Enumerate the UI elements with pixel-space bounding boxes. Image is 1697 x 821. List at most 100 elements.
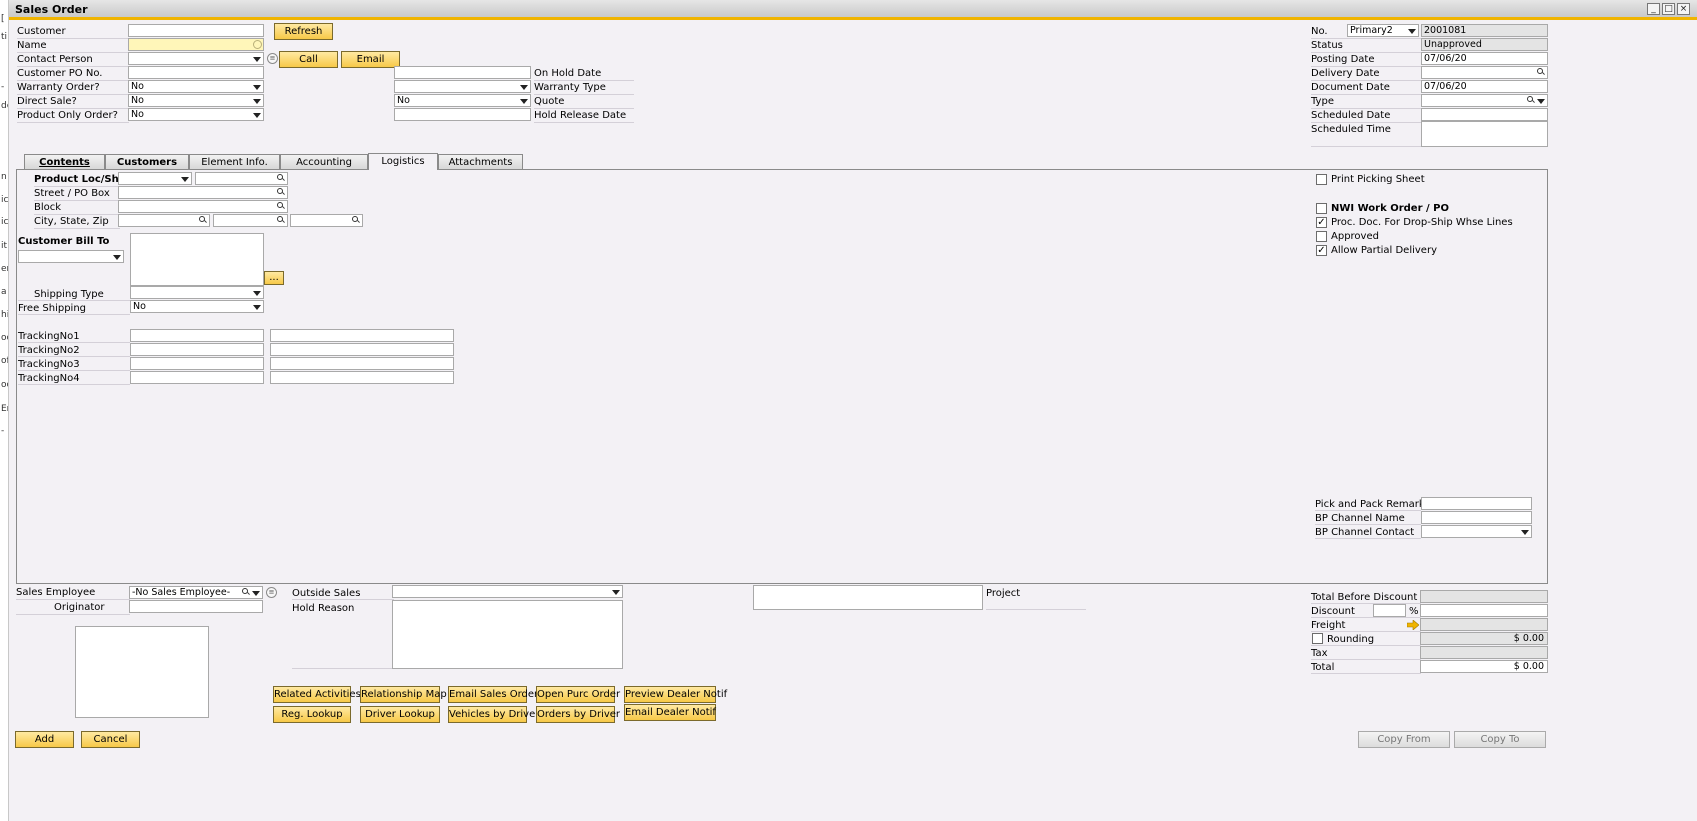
tab-logistics[interactable]: Logistics — [368, 153, 438, 170]
info-icon[interactable]: ≡ — [266, 587, 277, 598]
tab-element-info[interactable]: Element Info. — [189, 154, 280, 170]
shipping-type-dropdown[interactable] — [130, 286, 264, 299]
tracking-no2-url-field[interactable] — [270, 343, 454, 356]
outside-sales-dropdown[interactable] — [392, 585, 623, 598]
approved-checkbox[interactable] — [1316, 231, 1327, 242]
street-field[interactable] — [118, 186, 288, 199]
tracking-no3-url-field[interactable] — [270, 357, 454, 370]
search-icon[interactable] — [242, 588, 250, 596]
add-button[interactable]: Add — [15, 731, 74, 748]
block-field[interactable] — [118, 200, 288, 213]
zip-field[interactable] — [290, 214, 363, 227]
bill-to-dropdown[interactable] — [18, 250, 124, 263]
originator-field[interactable] — [129, 600, 263, 613]
warranty-order-dropdown[interactable]: No — [128, 80, 264, 93]
tracking-no1-field[interactable] — [130, 329, 264, 342]
series-dropdown[interactable]: Primary2 — [1347, 24, 1419, 37]
row-divider — [18, 300, 130, 301]
document-date-label: Document Date — [1311, 82, 1390, 93]
search-icon[interactable] — [277, 216, 285, 224]
contact-person-dropdown[interactable] — [128, 52, 264, 65]
search-icon[interactable] — [1537, 68, 1545, 76]
email-button[interactable]: Email — [341, 51, 400, 68]
customer-field[interactable] — [128, 24, 264, 37]
email-sales-order-button[interactable]: Email Sales Order — [448, 686, 538, 703]
tracking-no1-url-field[interactable] — [270, 329, 454, 342]
discount-percent-field[interactable] — [1373, 604, 1406, 617]
search-icon[interactable] — [1527, 96, 1535, 104]
tab-contents[interactable]: Contents — [24, 154, 105, 170]
call-button[interactable]: Call — [279, 51, 338, 68]
minimize-button[interactable]: _ — [1647, 3, 1660, 15]
ship-to-field[interactable] — [195, 172, 288, 185]
remarks-box[interactable] — [75, 626, 209, 718]
search-icon[interactable] — [199, 216, 207, 224]
scheduled-time-field[interactable] — [1421, 121, 1548, 147]
on-hold-date-field[interactable] — [394, 66, 531, 79]
tab-attachments[interactable]: Attachments — [438, 154, 523, 170]
print-picking-checkbox[interactable] — [1316, 174, 1327, 185]
bill-to-address-box[interactable] — [130, 233, 264, 286]
tab-accounting[interactable]: Accounting — [280, 154, 368, 170]
refresh-button[interactable]: Refresh — [274, 23, 333, 40]
document-date-field[interactable]: 07/06/20 — [1421, 80, 1548, 93]
product-loc-dropdown[interactable] — [118, 172, 192, 185]
tracking-no3-field[interactable] — [130, 357, 264, 370]
preview-dealer-notif-button[interactable]: Preview Dealer Notif — [624, 686, 727, 703]
discount-amount-field[interactable] — [1420, 604, 1548, 617]
relationship-map-button[interactable]: Relationship Map — [360, 686, 447, 703]
copy-from-button[interactable]: Copy From — [1358, 731, 1450, 748]
bill-to-expand-button[interactable]: ... — [264, 271, 284, 285]
project-field[interactable] — [753, 585, 983, 610]
nwi-work-order-checkbox[interactable] — [1316, 203, 1327, 214]
rounding-checkbox[interactable] — [1312, 633, 1323, 644]
product-only-dropdown[interactable]: No — [128, 108, 264, 121]
free-shipping-dropdown[interactable]: No — [130, 300, 264, 313]
related-activities-button[interactable]: Related Activities — [273, 686, 361, 703]
arrow-right-icon[interactable] — [1407, 620, 1419, 630]
search-icon[interactable] — [277, 188, 285, 196]
reg-lookup-button[interactable]: Reg. Lookup — [273, 706, 351, 723]
tracking-no4-field[interactable] — [130, 371, 264, 384]
tab-customers[interactable]: Customers — [105, 154, 189, 170]
close-button[interactable]: × — [1677, 3, 1690, 15]
type-dropdown[interactable] — [1421, 94, 1548, 107]
search-icon[interactable] — [352, 216, 360, 224]
driver-lookup-button[interactable]: Driver Lookup — [360, 706, 440, 723]
info-icon[interactable]: ≡ — [267, 53, 278, 64]
row-divider — [16, 599, 130, 600]
vehicles-by-driver-button[interactable]: Vehicles by Driver — [448, 706, 539, 723]
name-field[interactable] — [128, 38, 264, 51]
posting-date-field[interactable]: 07/06/20 — [1421, 52, 1548, 65]
orders-by-driver-button[interactable]: Orders by Driver — [536, 706, 620, 723]
open-purc-order-button[interactable]: Open Purc Order — [536, 686, 620, 703]
allow-partial-checkbox[interactable]: ✓ — [1316, 245, 1327, 256]
tracking-no2-field[interactable] — [130, 343, 264, 356]
doc-number-field[interactable]: 2001081 — [1421, 24, 1548, 37]
cancel-button[interactable]: Cancel — [81, 731, 140, 748]
search-icon[interactable] — [277, 174, 285, 182]
search-icon[interactable] — [277, 202, 285, 210]
maximize-button[interactable]: □ — [1662, 3, 1675, 15]
sales-employee-dropdown[interactable]: -No Sales Employee- — [129, 586, 263, 599]
city-field[interactable] — [118, 214, 210, 227]
title-bar[interactable]: Sales Order _ □ × — [9, 0, 1697, 20]
state-field[interactable] — [213, 214, 288, 227]
edge-text: ti — [1, 32, 8, 42]
quote-dropdown[interactable]: No — [394, 94, 531, 107]
copy-to-button[interactable]: Copy To — [1454, 731, 1546, 748]
hold-reason-box[interactable] — [392, 600, 623, 669]
direct-sale-dropdown[interactable]: No — [128, 94, 264, 107]
delivery-date-field[interactable] — [1421, 66, 1548, 79]
tracking-no4-url-field[interactable] — [270, 371, 454, 384]
customer-po-field[interactable] — [128, 66, 264, 79]
scheduled-date-field[interactable] — [1421, 108, 1548, 121]
pick-pack-remarks-field[interactable] — [1421, 497, 1532, 510]
name-lookup-icon[interactable] — [253, 40, 262, 49]
proc-doc-checkbox[interactable]: ✓ — [1316, 217, 1327, 228]
email-dealer-notif-button[interactable]: Email Dealer Notif — [624, 704, 716, 721]
bp-channel-contact-dropdown[interactable] — [1421, 525, 1532, 538]
bp-channel-name-field[interactable] — [1421, 511, 1532, 524]
warranty-type-dropdown[interactable] — [394, 80, 531, 93]
hold-release-date-field[interactable] — [394, 108, 531, 121]
